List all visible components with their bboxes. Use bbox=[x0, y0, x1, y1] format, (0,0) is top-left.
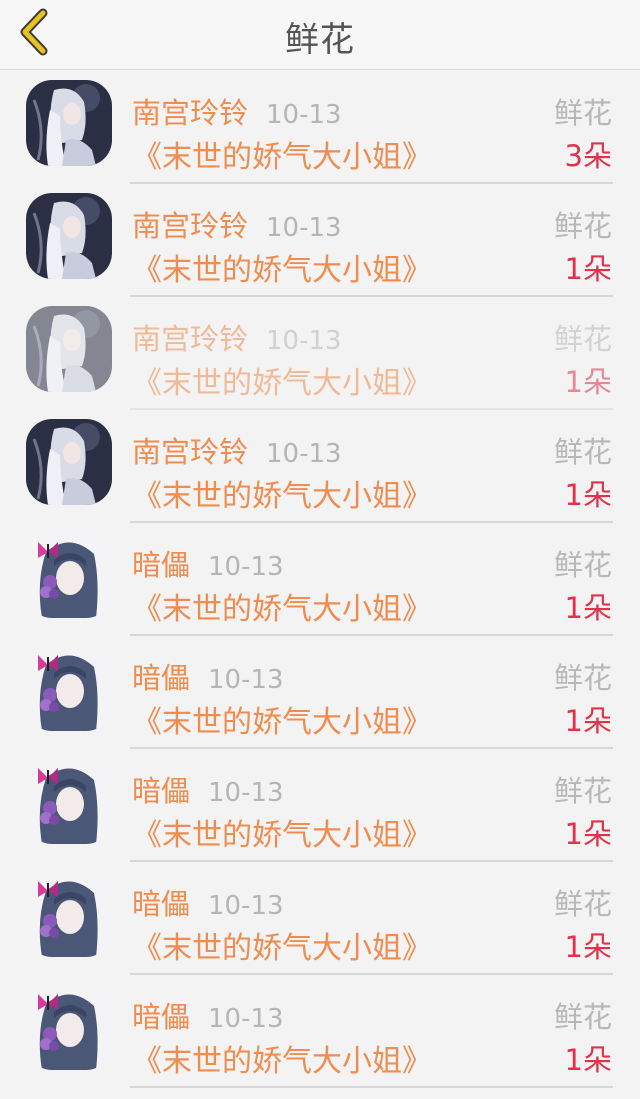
avatar-butterfly-girl[interactable] bbox=[26, 984, 112, 1070]
send-date: 10-13 bbox=[266, 213, 342, 243]
book-title[interactable]: 《末世的娇气大小姐》 bbox=[132, 471, 432, 515]
row-divider bbox=[130, 1086, 613, 1088]
top-bar: 鲜花 bbox=[0, 0, 640, 70]
gift-count: 1朵 bbox=[564, 252, 612, 286]
sender-name: 南宫玲铃 10-13 bbox=[132, 96, 342, 130]
gift-type-label: 鲜花 bbox=[553, 774, 612, 808]
gift-count: 3朵 bbox=[564, 139, 612, 173]
book-title[interactable]: 《末世的娇气大小姐》 bbox=[132, 132, 432, 176]
gift-count: 1朵 bbox=[564, 478, 612, 512]
book-title[interactable]: 《末世的娇气大小姐》 bbox=[132, 584, 432, 628]
gift-record-row[interactable]: 暗儡 10-13 《末世的娇气大小姐》 鲜花 1朵 bbox=[0, 975, 640, 1088]
gift-record-row[interactable]: 南宫玲铃 10-13 《末世的娇气大小姐》 鲜花 3朵 bbox=[0, 71, 640, 184]
avatar-butterfly-girl[interactable] bbox=[26, 758, 112, 844]
gift-type-label: 鲜花 bbox=[553, 435, 612, 469]
page-title: 鲜花 bbox=[285, 20, 355, 60]
avatar-white-hair[interactable] bbox=[26, 306, 112, 392]
send-date: 10-13 bbox=[266, 439, 342, 469]
send-date: 10-13 bbox=[208, 665, 284, 695]
book-title[interactable]: 《末世的娇气大小姐》 bbox=[132, 1036, 432, 1080]
send-date: 10-13 bbox=[266, 326, 342, 356]
book-title[interactable]: 《末世的娇气大小姐》 bbox=[132, 810, 432, 854]
sender-name: 南宫玲铃 10-13 bbox=[132, 322, 342, 356]
avatar-white-hair[interactable] bbox=[26, 80, 112, 166]
sender-name: 南宫玲铃 10-13 bbox=[132, 209, 342, 243]
sender-name: 暗儡 10-13 bbox=[132, 887, 284, 921]
gift-record-row[interactable]: 暗儡 10-13 《末世的娇气大小姐》 鲜花 1朵 bbox=[0, 636, 640, 749]
gift-type-label: 鲜花 bbox=[553, 548, 612, 582]
gift-record-row[interactable]: 南宫玲铃 10-13 《末世的娇气大小姐》 鲜花 1朵 bbox=[0, 297, 640, 410]
send-date: 10-13 bbox=[208, 891, 284, 921]
gift-count: 1朵 bbox=[564, 1043, 612, 1077]
gift-record-row[interactable]: 南宫玲铃 10-13 《末世的娇气大小姐》 鲜花 1朵 bbox=[0, 410, 640, 523]
gift-count: 1朵 bbox=[564, 930, 612, 964]
gift-count: 1朵 bbox=[564, 591, 612, 625]
gift-count: 1朵 bbox=[564, 704, 612, 738]
gift-type-label: 鲜花 bbox=[553, 322, 612, 356]
avatar-butterfly-girl[interactable] bbox=[26, 871, 112, 957]
sender-name: 暗儡 10-13 bbox=[132, 1000, 284, 1034]
avatar-butterfly-girl[interactable] bbox=[26, 532, 112, 618]
send-date: 10-13 bbox=[208, 1004, 284, 1034]
sender-name: 暗儡 10-13 bbox=[132, 548, 284, 582]
avatar-butterfly-girl[interactable] bbox=[26, 645, 112, 731]
book-title[interactable]: 《末世的娇气大小姐》 bbox=[132, 697, 432, 741]
book-title[interactable]: 《末世的娇气大小姐》 bbox=[132, 245, 432, 289]
gift-record-row[interactable]: 南宫玲铃 10-13 《末世的娇气大小姐》 鲜花 1朵 bbox=[0, 184, 640, 297]
gift-record-row[interactable]: 暗儡 10-13 《末世的娇气大小姐》 鲜花 1朵 bbox=[0, 862, 640, 975]
sender-name: 暗儡 10-13 bbox=[132, 774, 284, 808]
gift-record-row[interactable]: 暗儡 10-13 《末世的娇气大小姐》 鲜花 1朵 bbox=[0, 749, 640, 862]
gift-count: 1朵 bbox=[564, 365, 612, 399]
gift-type-label: 鲜花 bbox=[553, 887, 612, 921]
avatar-white-hair[interactable] bbox=[26, 419, 112, 505]
gift-type-label: 鲜花 bbox=[553, 209, 612, 243]
send-date: 10-13 bbox=[208, 778, 284, 808]
gift-type-label: 鲜花 bbox=[553, 661, 612, 695]
gift-count: 1朵 bbox=[564, 817, 612, 851]
gift-record-row[interactable]: 暗儡 10-13 《末世的娇气大小姐》 鲜花 1朵 bbox=[0, 523, 640, 636]
book-title[interactable]: 《末世的娇气大小姐》 bbox=[132, 923, 432, 967]
gift-record-list: 南宫玲铃 10-13 《末世的娇气大小姐》 鲜花 3朵 南宫玲铃 10-13 《末世… bbox=[0, 71, 640, 1088]
gift-type-label: 鲜花 bbox=[553, 96, 612, 130]
book-title[interactable]: 《末世的娇气大小姐》 bbox=[132, 358, 432, 402]
sender-name: 南宫玲铃 10-13 bbox=[132, 435, 342, 469]
sender-name: 暗儡 10-13 bbox=[132, 661, 284, 695]
send-date: 10-13 bbox=[266, 100, 342, 130]
gift-type-label: 鲜花 bbox=[553, 1000, 612, 1034]
avatar-white-hair[interactable] bbox=[26, 193, 112, 279]
send-date: 10-13 bbox=[208, 552, 284, 582]
